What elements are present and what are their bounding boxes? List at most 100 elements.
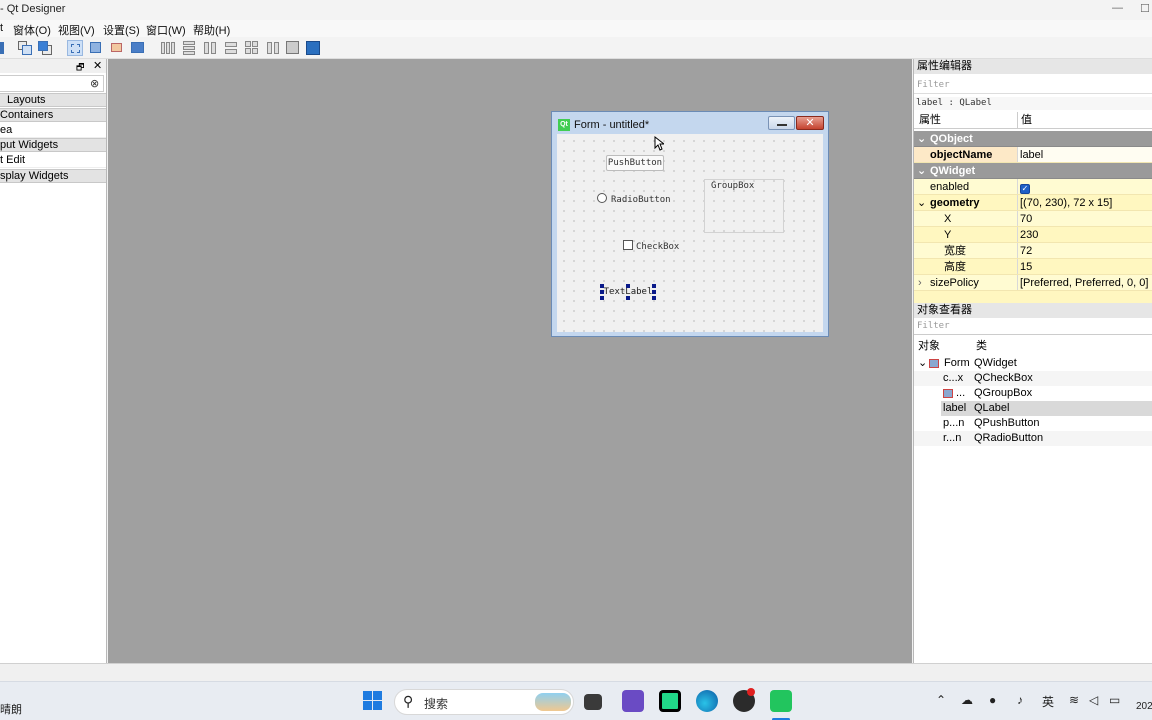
volume-icon[interactable]: ◁ (1089, 693, 1098, 707)
microphone-icon[interactable]: ♪ (1017, 693, 1023, 707)
app-tray-icon[interactable]: ● (989, 693, 996, 707)
resize-handle[interactable] (600, 296, 604, 300)
property-key: objectName (930, 149, 993, 161)
property-group-qobject[interactable]: ⌄ QObject (914, 131, 1152, 147)
maximize-button[interactable]: ☐ (1140, 2, 1150, 15)
check-box[interactable]: CheckBox (623, 240, 679, 252)
edit-signals-icon[interactable] (88, 40, 104, 56)
widget-label: t Edit (0, 154, 26, 166)
chevron-up-icon[interactable]: ⌃ (936, 693, 946, 707)
push-button[interactable]: PushButton (606, 155, 664, 171)
minimize-button[interactable]: — (1112, 2, 1123, 14)
send-to-back-icon[interactable] (17, 40, 33, 56)
menu-window[interactable]: 窗口(W) (146, 22, 186, 38)
menu-form[interactable]: 窗体(O) (13, 22, 51, 38)
edit-buddies-icon[interactable] (109, 40, 125, 56)
resize-handle[interactable] (652, 296, 656, 300)
category-display-widgets[interactable]: splay Widgets (0, 169, 106, 183)
tree-row-groupbox[interactable]: ... QGroupBox (914, 386, 1152, 401)
widget-item-area[interactable]: ea (0, 123, 106, 138)
float-icon[interactable]: 🗗 (76, 60, 84, 76)
start-icon[interactable] (362, 690, 384, 712)
object-name: Form (944, 357, 970, 369)
property-group-qwidget[interactable]: ⌄ QWidget (914, 163, 1152, 179)
tree-row-pushbutton[interactable]: p...n QPushButton (914, 416, 1152, 431)
tree-row-checkbox[interactable]: c...x QCheckBox (914, 371, 1152, 386)
menu-help[interactable]: 帮助(H) (193, 22, 230, 38)
app-icon-clipchamp[interactable] (622, 690, 644, 712)
clock[interactable]: 202 (1136, 701, 1152, 712)
cloud-icon[interactable]: ☁ (961, 693, 973, 707)
property-row-enabled[interactable]: enabled ✓ (914, 179, 1152, 195)
adjust-size-icon[interactable] (305, 40, 321, 56)
edit-tab-order-icon[interactable] (130, 40, 146, 56)
object-filter-input[interactable]: Filter (914, 318, 1152, 335)
ime-indicator[interactable]: 英 (1042, 693, 1054, 710)
object-table-header: 对象 类 (914, 338, 1152, 355)
widget-item-text-edit[interactable]: t Edit (0, 153, 106, 168)
object-class: QRadioButton (974, 432, 1044, 444)
pycharm-icon[interactable] (659, 690, 681, 712)
tree-row-label[interactable]: label QLabel (941, 401, 1152, 416)
tree-row-radiobutton[interactable]: r...n QRadioButton (914, 431, 1152, 446)
layout-splitter-h-icon[interactable] (202, 40, 218, 56)
layout-form-icon[interactable] (265, 40, 281, 56)
bring-to-front-icon[interactable] (37, 40, 53, 56)
resize-handle[interactable] (600, 284, 604, 288)
resize-handle[interactable] (626, 284, 630, 288)
property-row-sizepolicy[interactable]: › sizePolicy [Preferred, Preferred, 0, 0… (914, 275, 1152, 291)
property-key: QWidget (930, 165, 976, 177)
edit-widgets-icon[interactable] (67, 40, 83, 56)
resize-handle[interactable] (652, 290, 656, 294)
taskbar-search[interactable]: ⚲ 搜索 (394, 689, 574, 715)
layout-vertical-icon[interactable] (181, 40, 197, 56)
category-input-widgets[interactable]: put Widgets (0, 138, 106, 152)
form-minimize-button[interactable] (768, 116, 795, 130)
resize-handle[interactable] (626, 296, 630, 300)
form-canvas[interactable]: PushButton RadioButton GroupBox CheckBox… (557, 134, 823, 332)
menu-settings[interactable]: 设置(S) (103, 22, 140, 38)
object-name: label (943, 402, 967, 414)
checkbox-checked-icon[interactable]: ✓ (1020, 184, 1030, 194)
resize-handle[interactable] (600, 290, 604, 294)
tree-row-form[interactable]: ⌄ Form QWidget (914, 356, 1152, 371)
edge-icon[interactable] (696, 690, 718, 712)
property-value[interactable]: [Preferred, Preferred, 0, 0] (1017, 275, 1152, 290)
property-row-y[interactable]: Y 230 (914, 227, 1152, 243)
layout-horizontal-icon[interactable] (160, 40, 176, 56)
layout-grid-icon[interactable] (244, 40, 260, 56)
property-row-geometry[interactable]: ⌄ geometry [(70, 230), 72 x 15] (914, 195, 1152, 211)
menu-view[interactable]: 视图(V) (58, 22, 95, 38)
property-value[interactable]: 15 (1017, 259, 1152, 274)
property-row-x[interactable]: X 70 (914, 211, 1152, 227)
property-row-objectname[interactable]: objectName label (914, 147, 1152, 163)
form-close-button[interactable]: ✕ (796, 116, 824, 130)
resize-handle[interactable] (652, 284, 656, 288)
category-containers[interactable]: Containers (0, 108, 106, 122)
app-icon-green[interactable] (770, 690, 792, 712)
check-label: CheckBox (636, 242, 680, 252)
property-value[interactable]: [(70, 230), 72 x 15] (1017, 195, 1152, 210)
form-window[interactable]: Qt Form - untitled* ✕ PushButton RadioBu… (551, 111, 829, 337)
clear-filter-icon[interactable]: ⊗ (90, 77, 99, 90)
group-box[interactable]: GroupBox (704, 179, 784, 233)
property-row-height[interactable]: 高度 15 (914, 259, 1152, 275)
property-value[interactable]: ✓ (1017, 179, 1152, 194)
task-view-icon[interactable] (584, 694, 602, 710)
property-value[interactable]: 70 (1017, 211, 1152, 226)
layout-splitter-v-icon[interactable] (223, 40, 239, 56)
property-row-width[interactable]: 宽度 72 (914, 243, 1152, 259)
property-value[interactable]: 72 (1017, 243, 1152, 258)
new-form-icon[interactable] (0, 40, 8, 56)
property-value[interactable]: label (1017, 147, 1152, 162)
close-icon[interactable]: ✕ (93, 59, 102, 72)
category-layouts[interactable]: Layouts (0, 93, 106, 107)
property-filter-input[interactable]: Filter (914, 77, 1152, 94)
menu-file[interactable]: t (0, 22, 3, 34)
break-layout-icon[interactable] (285, 40, 301, 56)
widget-filter-input[interactable]: ⊗ (0, 75, 104, 92)
property-value[interactable]: 230 (1017, 227, 1152, 242)
radio-button[interactable]: RadioButton (597, 193, 671, 205)
wifi-icon[interactable]: ≋ (1069, 693, 1079, 707)
battery-icon[interactable]: ▭ (1109, 693, 1120, 707)
